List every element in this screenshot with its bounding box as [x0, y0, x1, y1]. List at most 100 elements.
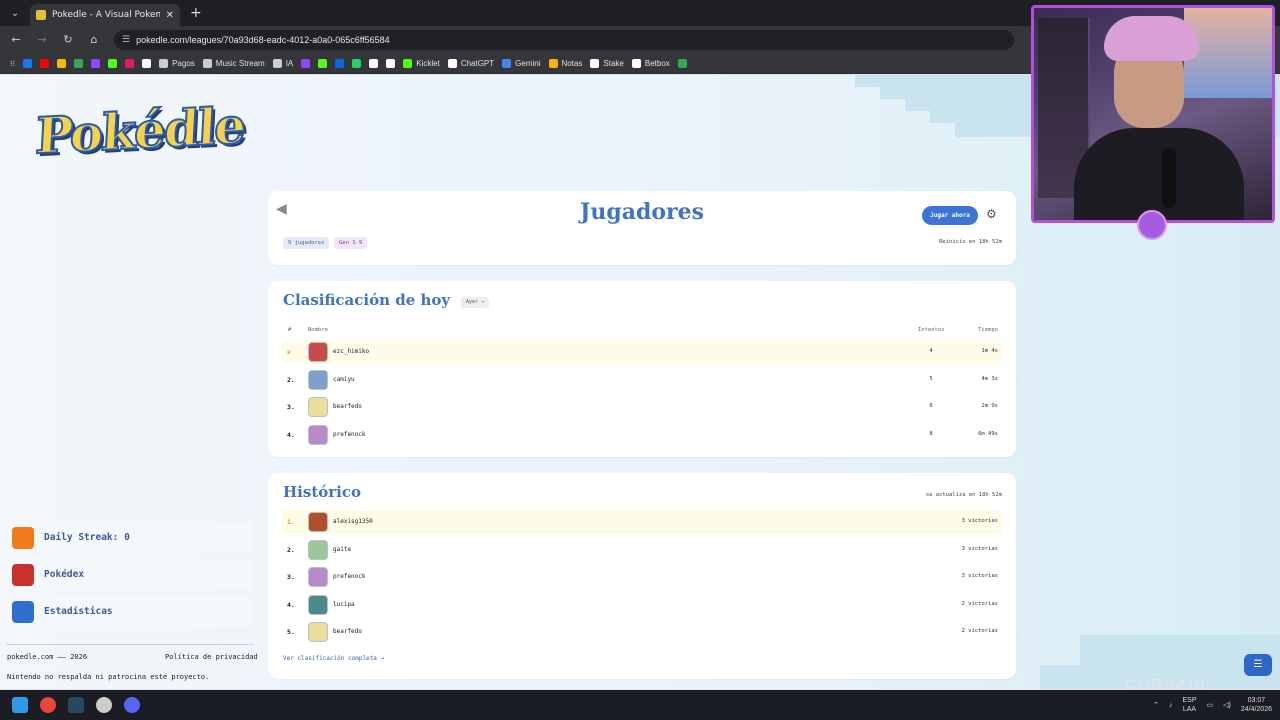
footer-site[interactable]: pokedle.com —— 2026 — [7, 653, 87, 661]
language-indicator[interactable]: ESP LAA — [1182, 696, 1196, 714]
bookmark-label: Music Stream — [215, 58, 265, 68]
player-name[interactable]: lucipa — [333, 601, 355, 608]
tab-close-icon[interactable]: ✕ — [166, 10, 174, 21]
volume-icon[interactable]: ◁) — [1223, 701, 1231, 709]
windows-start-icon[interactable] — [12, 697, 28, 713]
tray-expand-icon[interactable]: ⌃ — [1153, 701, 1159, 709]
player-time: 1m 4s — [981, 348, 998, 354]
bookmark-item[interactable] — [91, 58, 101, 68]
row-rank: 4. — [287, 430, 295, 439]
url-input[interactable]: ☰ pokedle.com/leagues/70a93d68-eadc-4012… — [114, 29, 1014, 50]
bookmark-item[interactable]: ChatGPT — [447, 58, 494, 68]
players-count-badge: 9 jugadores — [283, 237, 330, 249]
full-ranking-link[interactable]: Ver clasificación completa → — [283, 655, 384, 662]
stream-avatar-badge — [1137, 210, 1167, 240]
table-row[interactable]: 4. lucipa 2 victorias — [282, 593, 1002, 617]
pokemon-avatar — [308, 512, 328, 532]
table-row[interactable]: 3. prefenock 3 victorias — [282, 565, 1002, 589]
pokemon-avatar — [308, 369, 328, 390]
bookmark-item[interactable] — [125, 58, 135, 68]
bookmark-item[interactable] — [335, 58, 345, 68]
browser-tab[interactable]: Pokedle - A Visual Pokemon W ✕ — [30, 4, 180, 26]
pokedle-logo[interactable]: Pokédle — [30, 93, 247, 175]
bookmark-icon — [125, 58, 135, 68]
reload-icon[interactable]: ↻ — [60, 32, 76, 48]
player-name[interactable]: bearfedo — [333, 628, 362, 635]
sidebar-item-daily-streak[interactable]: Daily Streak: 0 — [6, 522, 254, 553]
bookmark-item[interactable] — [677, 58, 687, 68]
bookmark-item[interactable]: Stake — [590, 58, 624, 68]
yesterday-button[interactable]: Ayer → — [461, 297, 490, 308]
bookmark-item[interactable] — [40, 58, 50, 68]
player-name[interactable]: gaite — [333, 546, 351, 553]
player-name[interactable]: prefenock — [333, 573, 366, 580]
bookmark-icon — [272, 58, 282, 68]
table-row[interactable]: 1. alexisg1350 3 victorias — [282, 510, 1002, 534]
pokemon-avatar — [308, 567, 328, 587]
privacy-link[interactable]: Política de privacidad — [165, 653, 258, 661]
bookmark-item[interactable]: Gemini — [502, 58, 541, 68]
gear-icon[interactable]: ⚙ — [986, 207, 997, 221]
bookmark-label: Pagos — [172, 58, 195, 68]
table-row[interactable]: ♛ ezc_himiko 4 1m 4s — [282, 340, 1002, 364]
bookmark-item[interactable]: Music Stream — [202, 58, 265, 68]
bookmark-icon — [447, 58, 457, 68]
bookmark-label: Kicklet — [416, 58, 440, 68]
obs-icon[interactable] — [96, 697, 112, 713]
table-row[interactable]: 2. gaite 3 victorias — [282, 538, 1002, 562]
bookmark-item[interactable]: Pagos — [159, 58, 195, 68]
pokedle-favicon-icon — [36, 10, 46, 20]
history-leaderboard-card: Histórico se actualiza en 18h 52m Ver cl… — [268, 473, 1016, 679]
row-rank: 2. — [287, 545, 295, 554]
bookmark-item[interactable] — [74, 58, 84, 68]
bookmark-item[interactable] — [386, 58, 396, 68]
bookmark-item[interactable]: Betbox — [631, 58, 670, 68]
steam-icon[interactable] — [68, 697, 84, 713]
bookmark-item[interactable]: Notas — [548, 58, 582, 68]
bookmark-item[interactable] — [142, 58, 152, 68]
back-arrow-icon[interactable]: ← — [8, 32, 24, 48]
bookmark-item[interactable] — [352, 58, 362, 68]
bookmark-label: IA — [285, 58, 294, 68]
tab-search-icon[interactable]: ⌄ — [4, 2, 26, 24]
row-rank: 3. — [287, 403, 295, 411]
bookmark-item[interactable] — [301, 58, 311, 68]
bookmark-item[interactable]: Kicklet — [403, 58, 440, 68]
player-name[interactable]: prefenock — [333, 431, 366, 438]
table-row[interactable]: 5. bearfedo 2 victorias — [282, 620, 1002, 644]
clock[interactable]: 03:07 24/4/2026 — [1241, 696, 1272, 714]
bookmark-item[interactable] — [369, 58, 379, 68]
language-code: ESP — [1182, 697, 1197, 704]
chrome-icon[interactable] — [40, 697, 56, 713]
table-row[interactable]: 2. camiyu 5 4m 3s — [282, 368, 1002, 392]
sidebar-item-label: Estadísticas — [44, 606, 113, 617]
bookmark-item[interactable] — [108, 58, 118, 68]
monitor-icon[interactable]: ▭ — [1207, 701, 1214, 709]
table-row[interactable]: 4. prefenock 8 6m 49s — [282, 423, 1002, 447]
webcam-person — [1074, 128, 1244, 220]
player-name[interactable]: alexisg1350 — [333, 518, 373, 525]
player-name[interactable]: camiyu — [333, 376, 355, 383]
site-info-icon[interactable]: ☰ — [122, 35, 130, 45]
forward-arrow-icon[interactable]: → — [34, 32, 50, 48]
bookmark-item[interactable]: IA — [272, 58, 294, 68]
sidebar-item-pokedex[interactable]: Pokédex — [6, 559, 254, 590]
sidebar-item-statistics[interactable]: Estadísticas — [6, 596, 254, 627]
bookmark-item[interactable] — [57, 58, 67, 68]
chat-bubble-icon[interactable]: ☰ — [1244, 654, 1272, 676]
apps-grid-icon[interactable]: ⁝⁝ — [10, 59, 15, 68]
language-layout: LAA — [1182, 706, 1197, 713]
player-name[interactable]: bearfedo — [333, 403, 362, 410]
bookmark-label: Stake — [603, 58, 624, 68]
play-now-button[interactable]: Jugar ahora — [922, 206, 978, 225]
microphone-icon[interactable]: ♪ — [1169, 702, 1173, 709]
table-row[interactable]: 3. bearfedo 6 2m 9s — [282, 395, 1002, 419]
discord-icon[interactable] — [124, 697, 140, 713]
bookmark-item[interactable] — [318, 58, 328, 68]
home-icon[interactable]: ⌂ — [86, 32, 102, 48]
player-name[interactable]: ezc_himiko — [333, 348, 369, 355]
bookmark-item[interactable] — [23, 58, 33, 68]
clock-date: 24/4/2026 — [1240, 706, 1272, 713]
pokemon-avatar — [308, 424, 328, 445]
new-tab-button[interactable]: + — [190, 5, 202, 21]
